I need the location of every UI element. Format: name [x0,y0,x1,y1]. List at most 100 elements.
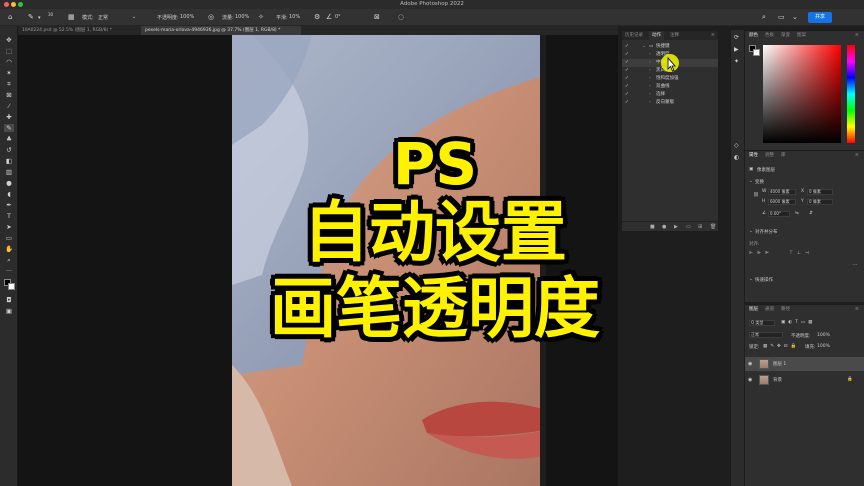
layer-opacity-field[interactable]: 100% [817,333,830,338]
hand-tool-icon[interactable]: ✋ [4,245,14,253]
y-field[interactable]: 0 像素 [807,199,833,205]
mode-select[interactable]: 正常 [98,14,108,21]
action-row[interactable]: ✓ › 反向蒙版 [622,99,718,107]
airbrush-icon[interactable]: ✧ [258,13,264,21]
hue-slider[interactable] [847,45,855,143]
brush-settings-icon[interactable]: ▦ [68,13,75,21]
brush-preset-icon[interactable]: ✎ [28,13,34,21]
gradient-tool-icon[interactable]: ▥ [4,168,14,176]
libraries-icon[interactable]: ◇ [734,142,739,149]
flow-field[interactable]: 100% [235,14,249,20]
workspace-icon[interactable]: ▭ [778,13,785,21]
tab-channels[interactable]: 通道 [763,305,776,314]
workspace-chevron-icon[interactable]: ⌄ [792,13,798,21]
play-icon[interactable]: ▶ [674,224,678,230]
pressure-size-icon[interactable]: ◌ [398,13,404,21]
pressure-opacity-icon[interactable]: ◎ [208,13,214,21]
shape-tool-icon[interactable]: ▭ [4,234,14,242]
tab-properties[interactable]: 属性 [747,151,760,160]
document-tab-jpg[interactable]: pexels-maria-orlova-4946936.jpg @ 37.7% … [141,26,301,35]
layer-name[interactable]: 背景 [773,377,782,383]
tab-paths[interactable]: 路径 [779,305,792,314]
tab-layers[interactable]: 图层 [747,305,760,314]
tab-swatches[interactable]: 色板 [763,31,776,40]
chevron-right-icon[interactable]: › [649,99,651,107]
action-set-row[interactable]: ✓ ⌄ ▭ 快捷键 [622,43,718,51]
eraser-tool-icon[interactable]: ◧ [4,157,14,165]
marquee-tool-icon[interactable]: ⬚ [4,47,14,55]
path-select-tool-icon[interactable]: ➤ [4,223,14,231]
history-icon[interactable]: ⟳ [734,34,739,41]
smoothing-gear-icon[interactable]: ⚙ [314,13,320,21]
brush-tool-icon[interactable]: ✎ [4,124,14,132]
move-tool-icon[interactable]: ✥ [4,36,14,44]
clone-stamp-tool-icon[interactable]: ♣ [4,135,14,143]
check-icon[interactable]: ✓ [625,59,629,67]
layer-row[interactable]: ◉ 图层 1 [745,357,864,371]
check-icon[interactable]: ✓ [625,43,629,51]
layer-row[interactable]: ◉ 背景 🔒 [745,373,864,387]
chevron-right-icon[interactable]: › [649,83,651,91]
chevron-right-icon[interactable]: › [649,75,651,83]
tab-gradients[interactable]: 渐变 [779,31,792,40]
more-options-icon[interactable]: ··· [853,263,857,268]
chevron-right-icon[interactable]: › [649,91,651,99]
action-row[interactable]: ✓ › 选择 [622,91,718,99]
layer-name[interactable]: 图层 1 [773,361,786,367]
flip-vertical-icon[interactable]: ⇵ [809,211,813,216]
pen-tool-icon[interactable]: ✒ [4,201,14,209]
search-icon[interactable]: ⌕ [762,13,766,21]
document-tab-psd[interactable]: 1IIA0224.psd @ 52.5% (图层 1, RGB/8) * [18,26,140,35]
crop-tool-icon[interactable]: ⌗ [4,80,14,88]
color-field[interactable] [763,45,841,143]
width-field[interactable]: 4000 像素 [768,189,796,195]
panel-menu-icon[interactable]: ≡ [853,31,861,40]
eyedropper-tool-icon[interactable]: ⁄ [4,102,14,110]
tab-libraries[interactable]: 库 [779,151,788,160]
check-icon[interactable]: ✓ [625,67,629,75]
blur-tool-icon[interactable]: ● [4,179,14,187]
fill-field[interactable]: 100% [817,344,830,349]
quick-mask-icon[interactable]: ◘ [4,296,14,304]
smooth-field[interactable]: 10% [289,14,300,20]
more-tools-icon[interactable]: ··· [4,267,14,275]
panel-menu-icon[interactable]: ≡ [853,151,861,160]
align-vertical-icon[interactable]: ⊤⊥⊣ [789,251,813,256]
blend-mode-select[interactable]: 正常 [749,332,783,338]
panel-menu-icon[interactable]: ≡ [853,305,861,314]
chevron-right-icon[interactable]: › [649,67,651,75]
angle-field[interactable]: 0.00° [768,211,790,217]
chevron-down-icon[interactable]: ⌄ [749,277,753,282]
layer-kind-filter[interactable]: Q 类型 [749,320,775,326]
opacity-field[interactable]: 100% [180,14,194,20]
home-icon[interactable]: ⌂ [8,13,12,21]
height-field[interactable]: 6000 像素 [768,199,796,205]
color-background-swatch[interactable] [753,49,760,56]
new-action-icon[interactable]: ⊞ [698,224,702,230]
lasso-tool-icon[interactable]: ◠ [4,58,14,66]
frame-tool-icon[interactable]: ⊠ [4,91,14,99]
tab-patterns[interactable]: 图案 [795,31,808,40]
action-row[interactable]: ✓ › 双曲线 [622,83,718,91]
flip-horizontal-icon[interactable]: ⇋ [795,211,799,216]
chevron-right-icon[interactable]: › [649,59,651,67]
adjustments-icon[interactable]: ◐ [734,154,739,161]
tab-adjustments[interactable]: 调整 [763,151,776,160]
quick-select-tool-icon[interactable]: ✶ [4,69,14,77]
new-set-icon[interactable]: ▭ [686,224,691,230]
chevron-down-icon[interactable]: ⌄ [642,43,646,51]
panel-menu-icon[interactable]: ≡ [708,31,718,40]
brush-size[interactable]: 30 [48,12,53,17]
lock-icon[interactable]: 🔒 [847,377,853,382]
mode-chevron-icon[interactable]: ⌄ [132,14,136,20]
check-icon[interactable]: ✓ [625,83,629,91]
align-buttons-icon[interactable]: ⊩⊪⊫ [749,251,773,256]
check-icon[interactable]: ✓ [625,51,629,59]
action-row[interactable]: ✓ › 饱和度加强 [622,75,718,83]
visibility-eye-icon[interactable]: ◉ [748,361,752,367]
history-brush-tool-icon[interactable]: ↺ [4,146,14,154]
tab-notes[interactable]: 注释 [667,31,682,40]
angle-field[interactable]: 0° [335,14,341,20]
record-icon[interactable]: ● [662,224,666,230]
actions-play-icon[interactable]: ▶ [734,46,739,53]
